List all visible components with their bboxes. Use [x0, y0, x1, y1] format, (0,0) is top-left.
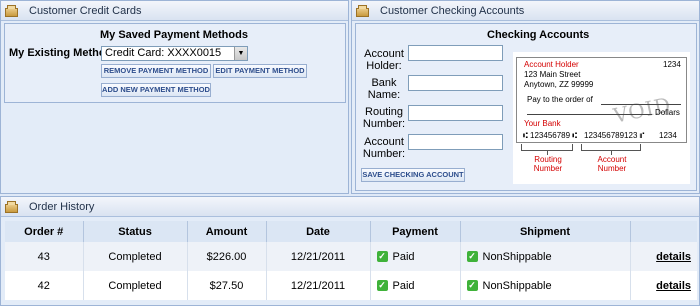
- column-header-actions: [630, 221, 697, 242]
- payment-status: Paid: [392, 279, 415, 292]
- box-icon: [356, 4, 370, 17]
- checking-accounts-panel: Customer Checking Accounts Checking Acco…: [351, 0, 700, 194]
- order-number: 43: [5, 242, 84, 271]
- account-number-label: Account Number:: [362, 136, 406, 160]
- table-row: 42 Completed $27.50 12/21/2011 ✓ Paid ✓ No…: [5, 271, 697, 300]
- table-row: 43 Completed $226.00 12/21/2011 ✓ Paid ✓ N…: [5, 242, 697, 271]
- routing-number-label: Routing Number:: [362, 106, 406, 130]
- order-actions: details: [630, 271, 697, 300]
- remove-payment-method-button[interactable]: REMOVE PAYMENT METHOD: [101, 64, 211, 78]
- green-check-icon: ✓: [466, 280, 478, 292]
- column-header-shipment[interactable]: Shipment: [460, 221, 631, 242]
- sample-check-image: Account Holder 1234 123 Main Street Anyt…: [513, 52, 690, 184]
- order-history-table: Order # Status Amount Date Payment Shipm…: [5, 221, 697, 300]
- table-header-row: Order # Status Amount Date Payment Shipm…: [5, 221, 697, 242]
- check-dollars: Dollars: [655, 108, 680, 117]
- column-header-status[interactable]: Status: [83, 221, 188, 242]
- order-date: 12/21/2011: [266, 271, 371, 300]
- order-shipment: ✓ NonShippable: [460, 271, 631, 300]
- order-history-title: Order History: [29, 200, 95, 213]
- account-caption: Account Number: [597, 155, 627, 173]
- checking-accounts-section: Checking Accounts Account Holder: Bank N…: [355, 23, 697, 191]
- saved-payment-methods-section: My Saved Payment Methods My Existing Met…: [4, 23, 346, 103]
- order-status: Completed: [83, 242, 188, 271]
- checking-accounts-section-title: Checking Accounts: [487, 29, 590, 41]
- check-number: 1234: [663, 60, 681, 69]
- column-header-amount[interactable]: Amount: [187, 221, 267, 242]
- account-bracket: [581, 144, 641, 151]
- check-pay-to: Pay to the order of: [527, 95, 593, 104]
- green-check-icon: ✓: [376, 251, 388, 263]
- micr-routing: ⑆ 123456789 ⑆: [523, 131, 578, 140]
- account-holder-label: Account Holder:: [364, 48, 404, 72]
- order-actions: details: [630, 242, 697, 271]
- box-icon: [5, 4, 19, 17]
- order-status: Completed: [83, 271, 188, 300]
- existing-methods-select[interactable]: Credit Card: XXXX0015 ▼: [101, 46, 248, 61]
- order-payment: ✓ Paid: [370, 271, 461, 300]
- green-check-icon: ✓: [376, 280, 388, 292]
- save-checking-account-button[interactable]: SAVE CHECKING ACCOUNT: [361, 168, 465, 182]
- order-amount: $226.00: [187, 242, 267, 271]
- account-number-input[interactable]: [408, 134, 503, 150]
- credit-cards-header: Customer Credit Cards: [1, 1, 348, 21]
- order-payment: ✓ Paid: [370, 242, 461, 271]
- details-link[interactable]: details: [656, 251, 691, 263]
- box-icon: [5, 200, 19, 213]
- shipment-status: NonShippable: [482, 279, 552, 292]
- details-link[interactable]: details: [656, 280, 691, 292]
- check-city: Anytown, ZZ 99999: [524, 80, 594, 89]
- edit-payment-method-button[interactable]: EDIT PAYMENT METHOD: [213, 64, 307, 78]
- credit-cards-panel: Customer Credit Cards My Saved Payment M…: [0, 0, 349, 194]
- check-street: 123 Main Street: [524, 70, 581, 79]
- credit-cards-title: Customer Credit Cards: [29, 4, 142, 17]
- order-history-panel: Order History Order # Status Amount Date…: [0, 196, 700, 306]
- green-check-icon: ✓: [466, 251, 478, 263]
- check-holder-label: Account Holder: [524, 60, 579, 69]
- order-date: 12/21/2011: [266, 242, 371, 271]
- routing-caption: Routing Number: [533, 155, 563, 173]
- routing-number-input[interactable]: [408, 105, 503, 121]
- shipment-status: NonShippable: [482, 250, 552, 263]
- micr-account: 123456789123 ⑈: [584, 131, 645, 140]
- micr-check: 1234: [659, 131, 677, 140]
- amount-line: [527, 114, 652, 115]
- chevron-down-icon[interactable]: ▼: [234, 47, 247, 60]
- checking-accounts-title: Customer Checking Accounts: [380, 4, 525, 17]
- order-history-header: Order History: [1, 197, 699, 217]
- column-header-payment[interactable]: Payment: [370, 221, 461, 242]
- add-payment-method-button[interactable]: ADD NEW PAYMENT METHOD: [101, 83, 211, 97]
- selected-method-value: Credit Card: XXXX0015: [105, 47, 222, 59]
- payee-line: [601, 104, 681, 105]
- check-card: Account Holder 1234 123 Main Street Anyt…: [516, 57, 687, 143]
- column-header-order[interactable]: Order #: [5, 221, 84, 242]
- column-header-date[interactable]: Date: [266, 221, 371, 242]
- routing-bracket: [521, 144, 573, 151]
- bank-name-input[interactable]: [408, 75, 503, 91]
- checking-accounts-header: Customer Checking Accounts: [352, 1, 699, 21]
- order-number: 42: [5, 271, 84, 300]
- saved-payment-methods-title: My Saved Payment Methods: [100, 29, 248, 41]
- payment-status: Paid: [392, 250, 415, 263]
- check-bank: Your Bank: [524, 119, 561, 128]
- account-holder-input[interactable]: [408, 45, 503, 61]
- order-amount: $27.50: [187, 271, 267, 300]
- order-shipment: ✓ NonShippable: [460, 242, 631, 271]
- bank-name-label: Bank Name:: [367, 77, 401, 101]
